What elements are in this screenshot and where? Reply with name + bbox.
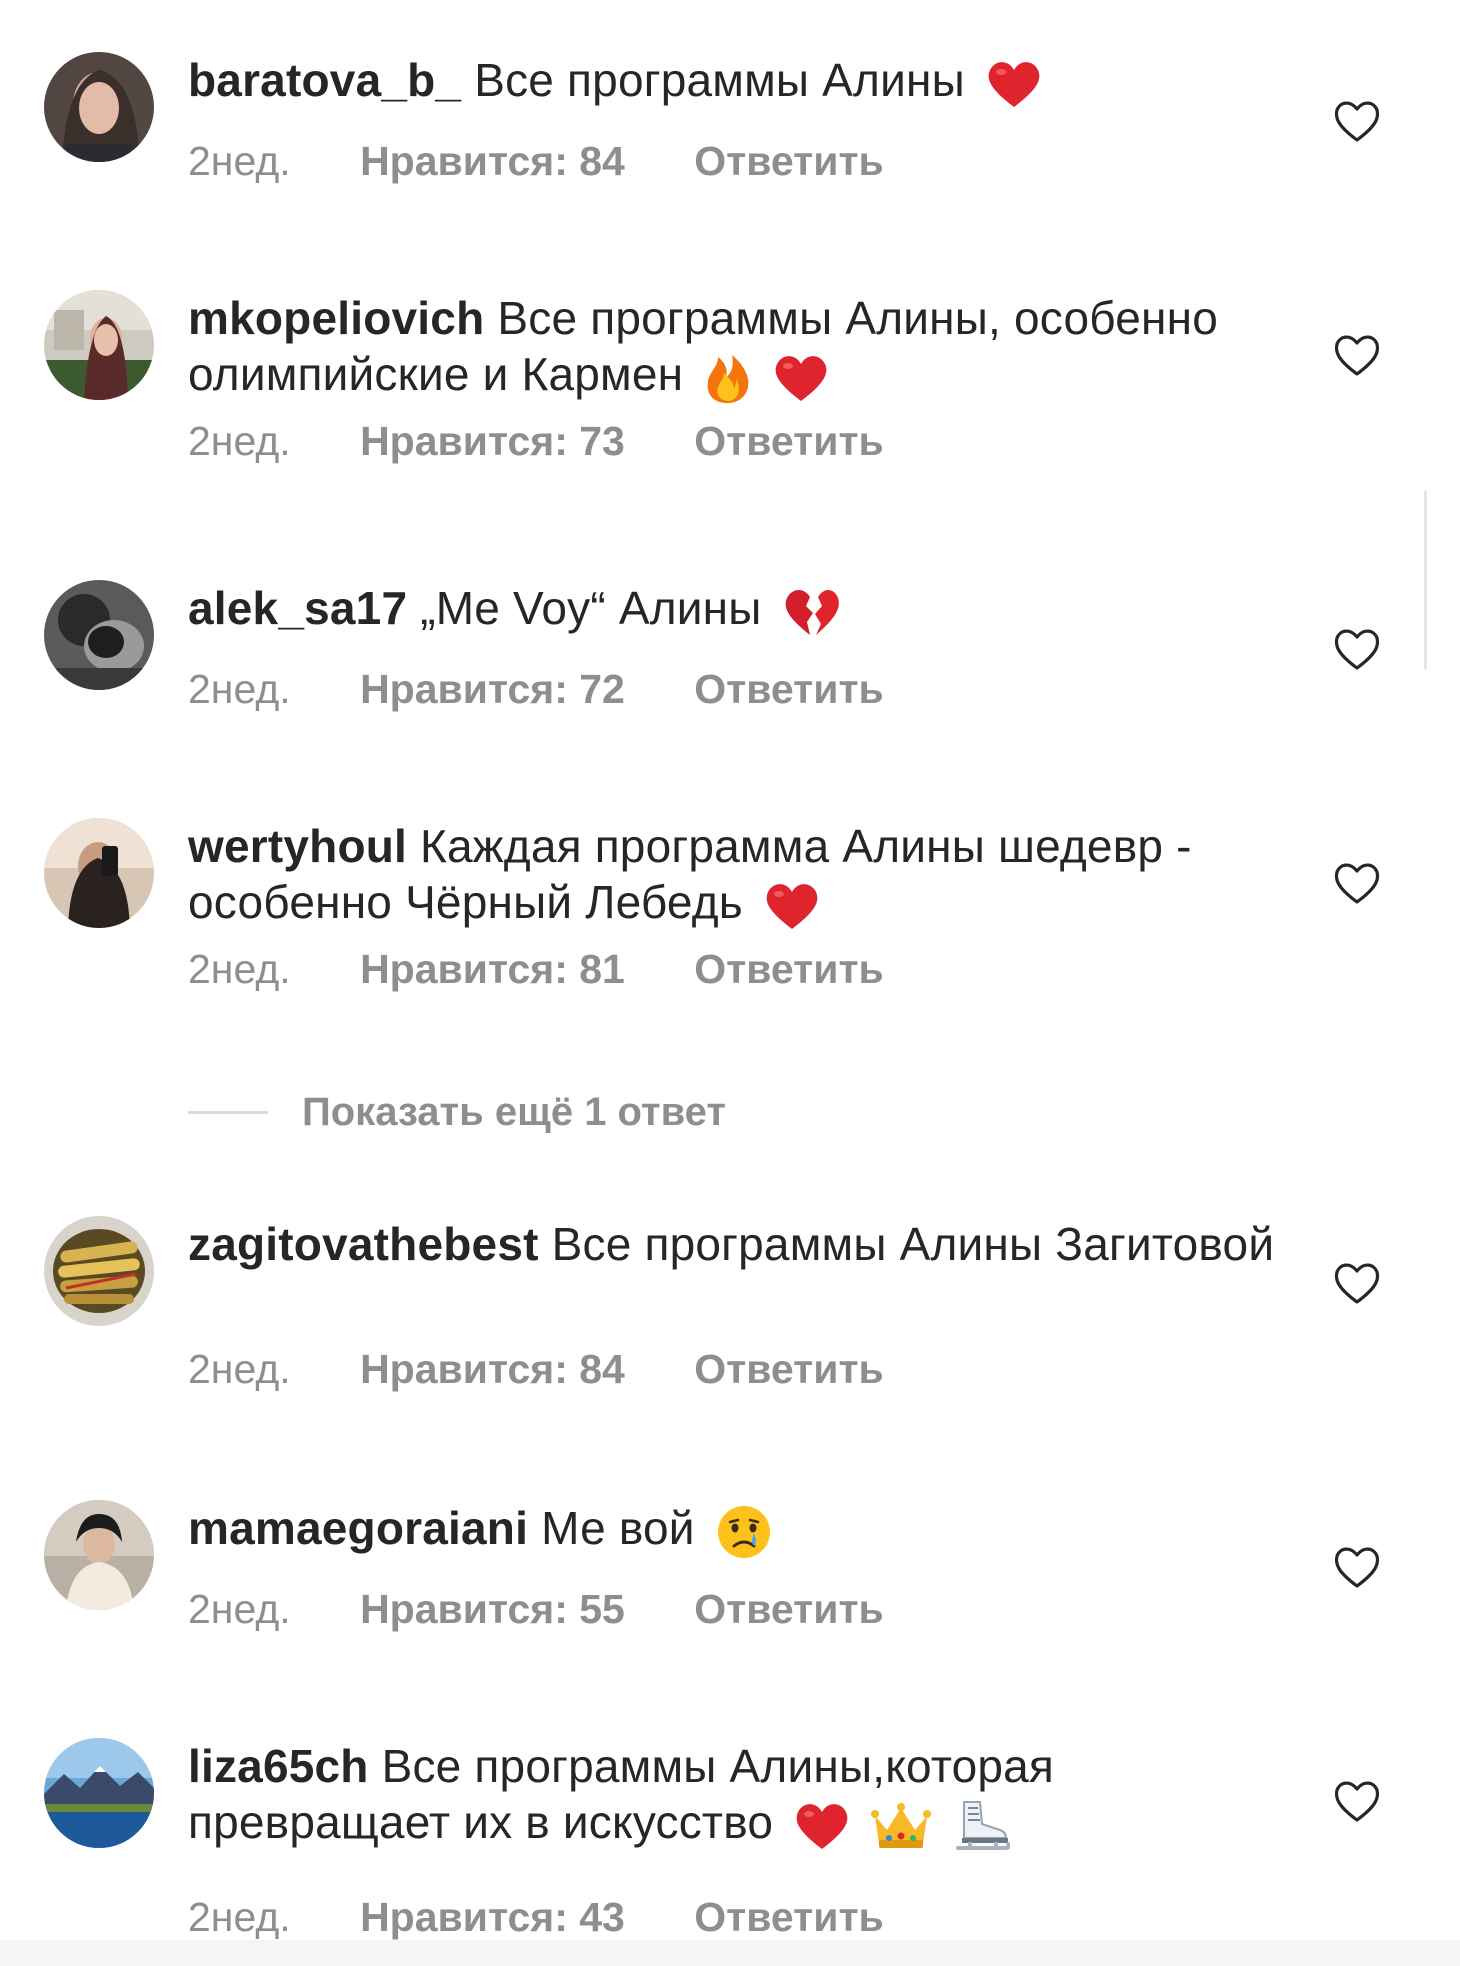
red-heart-icon: [794, 1801, 850, 1851]
comment-likes[interactable]: Нравится: 55: [360, 1586, 625, 1632]
comment-time: 2нед.: [188, 946, 291, 992]
comment-meta: 2нед. Нравится: 81 Ответить: [188, 946, 942, 993]
comment-likes[interactable]: Нравится: 43: [360, 1894, 625, 1940]
comment-likes[interactable]: Нравится: 73: [360, 418, 625, 464]
crown-icon: [871, 1802, 931, 1850]
comment-username[interactable]: liza65ch: [188, 1740, 369, 1792]
reply-button[interactable]: Ответить: [694, 1894, 883, 1940]
red-heart-icon: [764, 881, 820, 931]
like-heart-icon[interactable]: [1332, 626, 1382, 672]
like-heart-icon[interactable]: [1332, 860, 1382, 906]
broken-heart-icon: [783, 586, 841, 638]
comment-likes[interactable]: Нравится: 81: [360, 946, 625, 992]
avatar[interactable]: [44, 580, 154, 690]
comment-text: Все программы Алины Загитовой: [552, 1218, 1275, 1270]
comment-body: mkopeliovich Все программы Алины, особен…: [188, 290, 1288, 405]
comment-likes[interactable]: Нравится: 72: [360, 666, 625, 712]
scroll-indicator[interactable]: [1424, 490, 1427, 670]
comment-username[interactable]: baratova_b_: [188, 54, 461, 106]
comment-time: 2нед.: [188, 1586, 291, 1632]
avatar[interactable]: [44, 1738, 154, 1848]
reply-button[interactable]: Ответить: [694, 946, 883, 992]
comment-meta: 2нед. Нравится: 84 Ответить: [188, 1346, 942, 1393]
comment-username[interactable]: zagitovathebest: [188, 1218, 539, 1270]
comment-time: 2нед.: [188, 666, 291, 712]
ice-skate-icon: [952, 1798, 1010, 1854]
comment-body: mamaegoraiani Ме вой: [188, 1500, 1288, 1560]
like-heart-icon[interactable]: [1332, 98, 1382, 144]
comment-time: 2нед.: [188, 418, 291, 464]
fire-icon: [704, 351, 752, 405]
comment-meta: 2нед. Нравится: 72 Ответить: [188, 666, 942, 713]
red-heart-icon: [986, 59, 1042, 109]
comment-text: Все программы Алины: [474, 54, 965, 106]
avatar[interactable]: [44, 52, 154, 162]
comment-body: wertyhoul Каждая программа Алины шедевр …: [188, 818, 1288, 931]
comment-username[interactable]: alek_sa17: [188, 582, 407, 634]
bottom-edge: [0, 1940, 1460, 1966]
comment-body: zagitovathebest Все программы Алины Заги…: [188, 1216, 1288, 1272]
comment-text: Ме вой: [541, 1502, 695, 1554]
red-heart-icon: [773, 353, 829, 403]
comment-meta: 2нед. Нравится: 84 Ответить: [188, 138, 942, 185]
comment-body: baratova_b_ Все программы Алины: [188, 52, 1288, 109]
comment-meta: 2нед. Нравится: 43 Ответить: [188, 1894, 942, 1941]
comment-time: 2нед.: [188, 1894, 291, 1940]
comment-meta: 2нед. Нравится: 73 Ответить: [188, 418, 942, 465]
comment-body: alek_sa17 „Me Voy“ Алины: [188, 580, 1288, 638]
comment-likes[interactable]: Нравится: 84: [360, 138, 625, 184]
comment-username[interactable]: mkopeliovich: [188, 292, 484, 344]
like-heart-icon[interactable]: [1332, 1260, 1382, 1306]
show-more-replies-label: Показать ещё 1 ответ: [302, 1090, 726, 1135]
reply-button[interactable]: Ответить: [694, 418, 883, 464]
crying-face-icon: [716, 1504, 772, 1560]
reply-button[interactable]: Ответить: [694, 138, 883, 184]
like-heart-icon[interactable]: [1332, 1544, 1382, 1590]
comment-username[interactable]: mamaegoraiani: [188, 1502, 528, 1554]
like-heart-icon[interactable]: [1332, 1778, 1382, 1824]
avatar[interactable]: [44, 818, 154, 928]
comments-list: baratova_b_ Все программы Алины 2нед. Нр…: [0, 0, 1460, 1966]
reply-button[interactable]: Ответить: [694, 1586, 883, 1632]
comment-time: 2нед.: [188, 1346, 291, 1392]
comment-likes[interactable]: Нравится: 84: [360, 1346, 625, 1392]
avatar[interactable]: [44, 1216, 154, 1326]
avatar[interactable]: [44, 290, 154, 400]
comment-body: liza65ch Все программы Алины,которая пре…: [188, 1738, 1288, 1854]
like-heart-icon[interactable]: [1332, 332, 1382, 378]
reply-button[interactable]: Ответить: [694, 1346, 883, 1392]
comment-text: „Me Voy“ Алины: [420, 582, 761, 634]
reply-divider-line: [188, 1111, 268, 1114]
comment-username[interactable]: wertyhoul: [188, 820, 407, 872]
show-more-replies-button[interactable]: Показать ещё 1 ответ: [188, 1090, 726, 1134]
avatar[interactable]: [44, 1500, 154, 1610]
comment-meta: 2нед. Нравится: 55 Ответить: [188, 1586, 942, 1633]
comment-time: 2нед.: [188, 138, 291, 184]
reply-button[interactable]: Ответить: [694, 666, 883, 712]
